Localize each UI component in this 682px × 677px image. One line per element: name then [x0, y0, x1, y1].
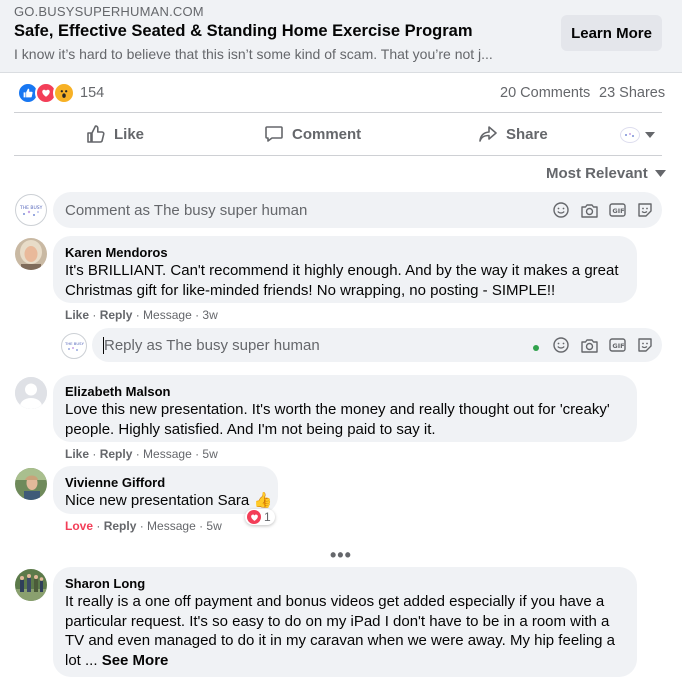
comment-text-container: It really is a one off payment and bonus…: [65, 592, 620, 670]
comment-message-link[interactable]: Message: [143, 447, 192, 461]
wow-icon: [53, 82, 75, 104]
comment-like-link[interactable]: Like: [65, 308, 89, 322]
comment-actions: Love · Reply · Message · 5w: [65, 519, 222, 533]
comment-placeholder: Comment as The busy super human: [65, 202, 308, 219]
comment-bubble: Vivienne Gifford Nice new presentation S…: [53, 466, 278, 514]
divider: [14, 155, 662, 156]
page-avatar[interactable]: THE BUSY: [15, 194, 47, 226]
comment-input[interactable]: Comment as The busy super human GIF: [53, 192, 662, 228]
link-domain: GO.BUSYSUPERHUMAN.COM: [14, 4, 204, 19]
page-avatar[interactable]: THE BUSY: [61, 333, 87, 359]
comment-icon: [265, 126, 283, 142]
comment-time[interactable]: 5w: [202, 447, 217, 461]
post-as-selector[interactable]: [620, 127, 655, 143]
link-description: I know it’s hard to believe that this is…: [14, 46, 493, 62]
sticker-icon[interactable]: [636, 336, 654, 354]
comment-bubble: Karen Mendoros It's BRILLIANT. Can't rec…: [53, 236, 637, 303]
divider: [14, 112, 662, 113]
comment-time[interactable]: 3w: [202, 308, 217, 322]
comment-time[interactable]: 5w: [206, 519, 221, 533]
sticker-icon[interactable]: [636, 201, 654, 219]
comment-actions: Like · Reply · Message · 5w: [65, 447, 218, 461]
online-status-dot: [533, 345, 539, 351]
learn-more-button[interactable]: Learn More: [561, 15, 662, 51]
comment-reply-link[interactable]: Reply: [104, 519, 137, 533]
caret-down-icon: [654, 170, 666, 177]
avatar[interactable]: [15, 468, 47, 500]
reply-tools: GIF: [552, 336, 654, 354]
caret-down-icon: [645, 132, 655, 138]
share-label: Share: [506, 125, 548, 143]
comment-actions: Like · Reply · Message · 3w: [65, 308, 218, 322]
comment-message-link[interactable]: Message: [143, 308, 192, 322]
sort-label: Most Relevant: [546, 165, 648, 182]
reply-placeholder: Reply as The busy super human: [104, 337, 320, 354]
link-title[interactable]: Safe, Effective Seated & Standing Home E…: [14, 22, 473, 41]
comment-author[interactable]: Sharon Long: [65, 576, 145, 591]
svg-text:GIF: GIF: [612, 207, 624, 215]
camera-icon[interactable]: [580, 201, 598, 219]
comment-text: Nice new presentation Sara 👍: [65, 492, 273, 509]
avatar[interactable]: [15, 569, 47, 601]
comment-bubble: Elizabeth Malson Love this new presentat…: [53, 375, 637, 442]
comment-reply-link[interactable]: Reply: [100, 447, 133, 461]
page-avatar-small: [620, 127, 640, 143]
shares-count-link[interactable]: 23 Shares: [599, 85, 665, 101]
sort-dropdown[interactable]: Most Relevant: [546, 165, 666, 182]
comment-button[interactable]: Comment: [264, 118, 361, 150]
gif-icon[interactable]: GIF: [608, 336, 626, 354]
like-button[interactable]: Like: [86, 118, 144, 150]
comment-author[interactable]: Karen Mendoros: [65, 245, 168, 260]
svg-text:GIF: GIF: [612, 342, 624, 350]
comment-message-link[interactable]: Message: [147, 519, 196, 533]
comment-reaction-pill[interactable]: 1: [245, 509, 275, 525]
like-label: Like: [114, 125, 145, 143]
svg-text:THE BUSY: THE BUSY: [64, 341, 85, 346]
comment-reply-link[interactable]: Reply: [100, 308, 133, 322]
love-icon: [247, 510, 261, 524]
thumbs-up-icon: [87, 125, 105, 143]
comment-label: Comment: [292, 125, 362, 143]
more-replies-button[interactable]: •••: [330, 545, 352, 566]
comment-text: Love this new presentation. It's worth t…: [65, 401, 610, 438]
link-preview[interactable]: GO.BUSYSUPERHUMAN.COM Safe, Effective Se…: [0, 0, 682, 73]
share-button[interactable]: Share: [478, 118, 548, 150]
comment-text: It's BRILLIANT. Can't recommend it highl…: [65, 262, 619, 299]
reaction-count[interactable]: 154: [80, 85, 104, 101]
reaction-icons[interactable]: [17, 82, 75, 104]
comment-like-link[interactable]: Like: [65, 447, 89, 461]
comment-love-link[interactable]: Love: [65, 519, 93, 533]
emoji-icon[interactable]: [552, 201, 570, 219]
comments-count-link[interactable]: 20 Comments: [500, 85, 590, 101]
composer-tools: GIF: [552, 201, 654, 219]
reply-input[interactable]: Reply as The busy super human GIF: [92, 328, 662, 362]
gif-icon[interactable]: GIF: [608, 201, 626, 219]
avatar[interactable]: [15, 238, 47, 270]
comment-reaction-count: 1: [264, 510, 271, 524]
comment-bubble: Sharon Long It really is a one off payme…: [53, 567, 637, 677]
comment-author[interactable]: Elizabeth Malson: [65, 384, 170, 399]
emoji-icon[interactable]: [552, 336, 570, 354]
comment-author[interactable]: Vivienne Gifford: [65, 475, 165, 490]
share-icon: [479, 126, 497, 142]
svg-text:THE BUSY: THE BUSY: [19, 205, 43, 211]
camera-icon[interactable]: [580, 336, 598, 354]
avatar[interactable]: [15, 377, 47, 409]
